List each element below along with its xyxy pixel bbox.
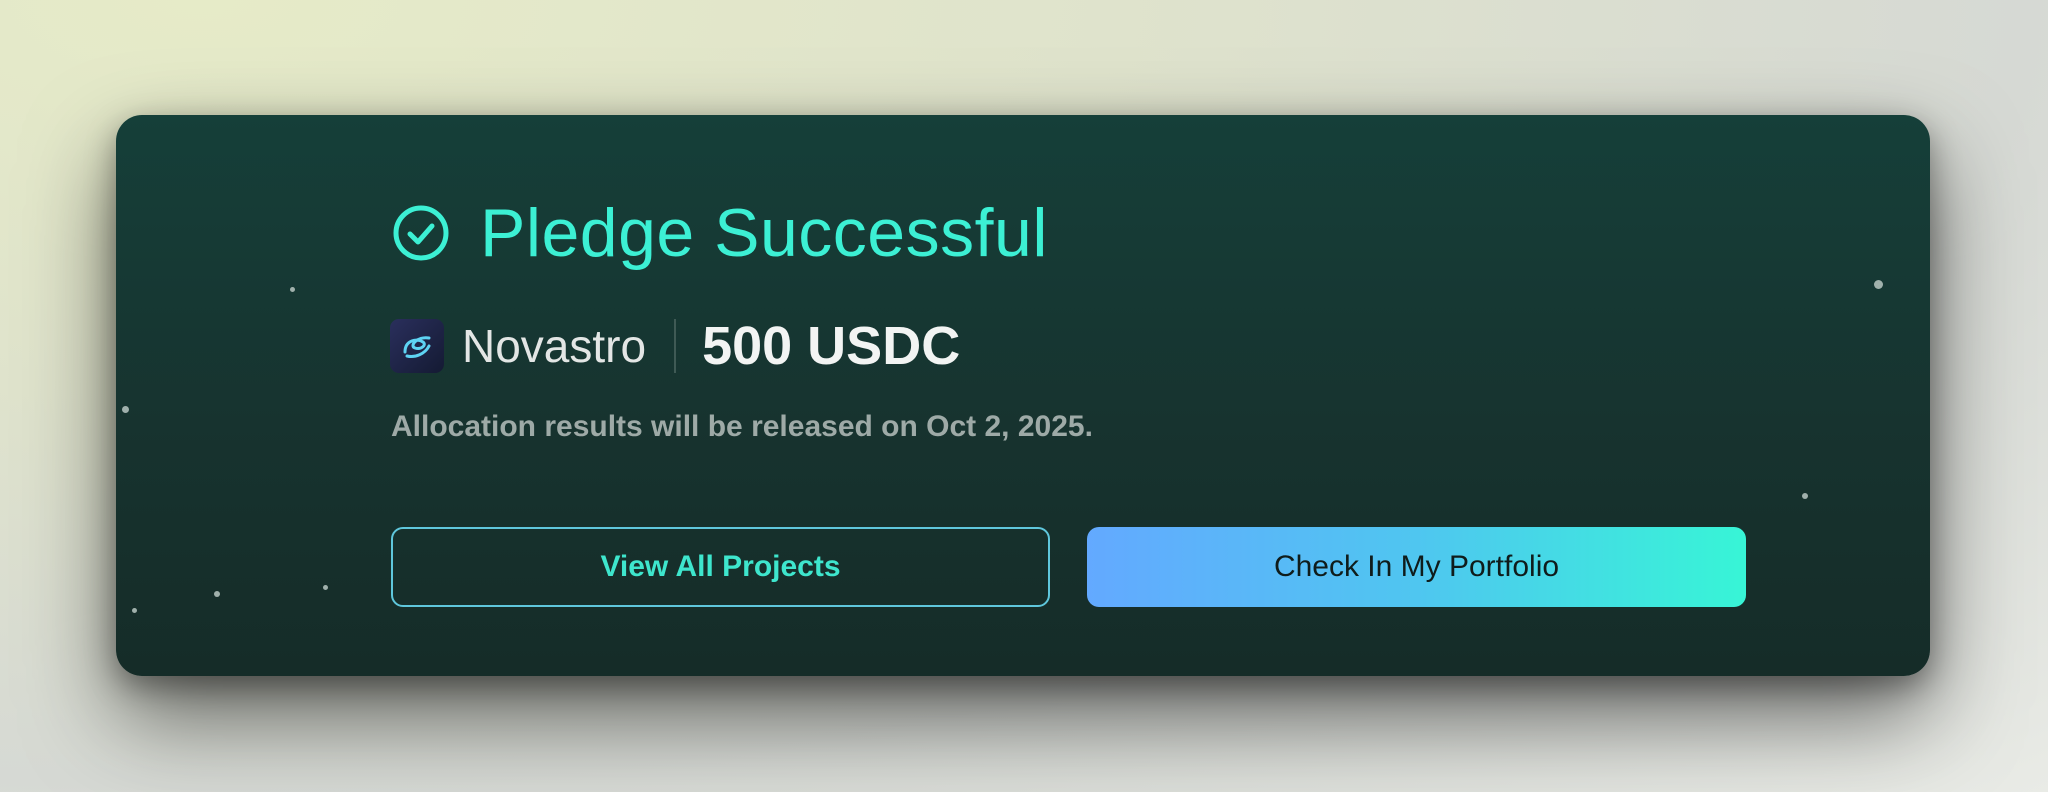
- star-decoration: [1874, 280, 1883, 289]
- star-decoration: [132, 608, 137, 613]
- check-circle-icon: [392, 204, 450, 262]
- pledge-amount: 500 USDC: [702, 316, 961, 376]
- check-portfolio-button[interactable]: Check In My Portfolio: [1087, 527, 1746, 607]
- view-all-projects-button[interactable]: View All Projects: [391, 527, 1050, 607]
- novastro-logo-icon: [390, 319, 444, 373]
- divider: [674, 319, 677, 373]
- allocation-note: Allocation results will be released on O…: [391, 410, 1093, 443]
- star-decoration: [290, 287, 295, 292]
- star-decoration: [214, 591, 220, 597]
- page-title: Pledge Successful: [480, 195, 1048, 271]
- star-decoration: [323, 585, 328, 590]
- project-name: Novastro: [462, 320, 647, 372]
- star-decoration: [1802, 493, 1808, 499]
- project-summary: Novastro 500 USDC: [390, 315, 960, 377]
- title-row: Pledge Successful: [392, 191, 1048, 275]
- star-decoration: [122, 406, 129, 413]
- pledge-success-card: Pledge Successful Novastro 500 USDC Allo…: [116, 115, 1930, 676]
